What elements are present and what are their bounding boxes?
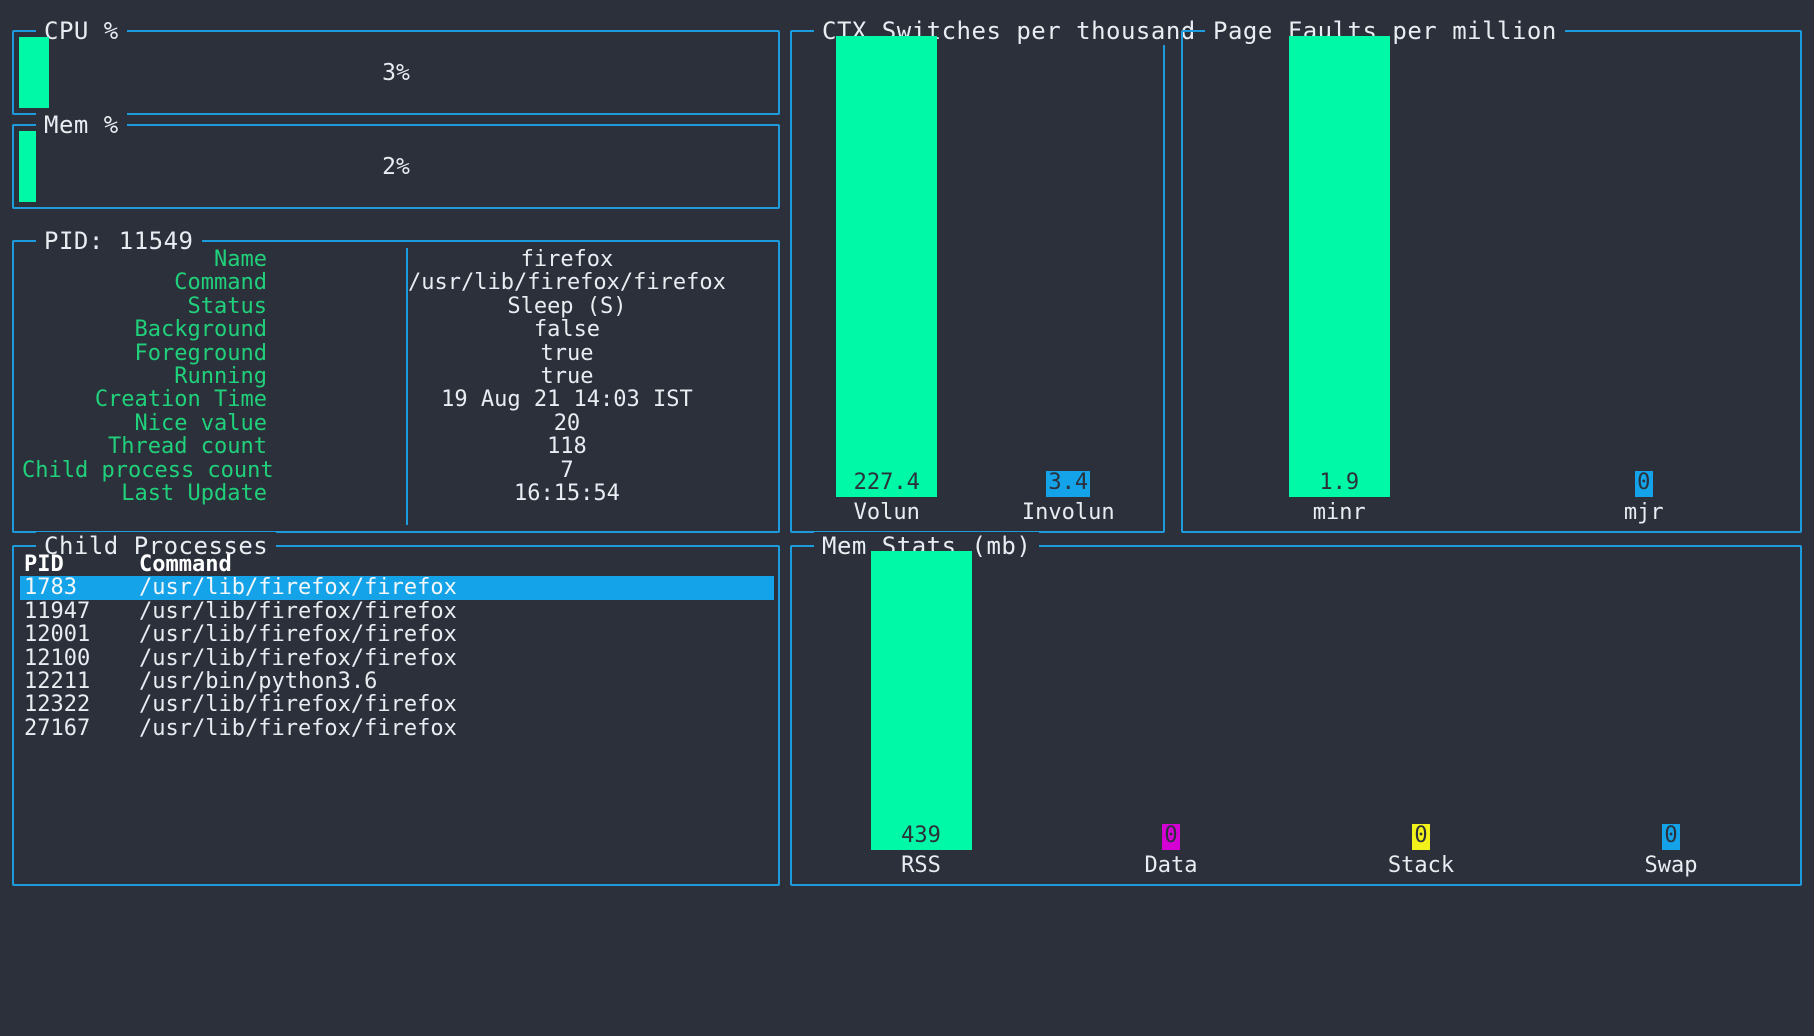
table-row[interactable]: 12322 /usr/lib/firefox/firefox [20,692,774,718]
row-pid: 27167 [24,715,91,741]
mem-stats-panel: Mem Stats (mb) 439 RSS 0 Data 0 Stack 0 … [790,532,1802,886]
row-pid: 12322 [24,692,91,718]
cpu-gauge-panel: CPU % 3% [12,17,780,115]
mem-stats-chart: 439 RSS 0 Data 0 Stack 0 Swap [796,551,1796,880]
ctx-switches-chart: 227.4 Volun 3.4 Involun [796,36,1159,527]
table-row[interactable]: 12001 /usr/lib/firefox/firefox [20,622,774,648]
column-header-pid: PID [24,552,64,577]
table-row[interactable]: 27167 /usr/lib/firefox/firefox [20,715,774,741]
pid-label: Child process count [22,457,274,483]
bar-volun: 227.4 [836,36,938,497]
bar-data: 0 [1162,824,1180,850]
bar-label-minr: minr [1312,500,1366,525]
bar-slot-volun: 227.4 Volun [796,36,978,527]
bar-value-volun: 227.4 [853,470,920,495]
row-command: /usr/lib/firefox/firefox [139,692,457,718]
row-command: /usr/lib/firefox/firefox [139,575,457,601]
pid-label: Last Update [121,480,267,506]
child-processes-list[interactable]: PID Command 1783 /usr/lib/firefox/firefo… [20,553,774,880]
bar-mjr: 0 [1634,471,1653,497]
bar-value-rss: 439 [901,823,941,848]
table-row[interactable]: 1783 /usr/lib/firefox/firefox [20,575,774,601]
mem-gauge-panel: Mem % 2% [12,111,780,209]
row-pid: 12001 [24,622,91,648]
pid-label: Thread count [108,434,267,460]
pid-label: Nice value [134,410,267,436]
bar-label-mjr: mjr [1623,500,1664,525]
bar-involun: 3.4 [1046,471,1091,497]
bar-value-mjr: 0 [1637,471,1651,495]
bar-value-minr: 1.9 [1319,470,1360,495]
table-row[interactable]: 12211 /usr/bin/python3.6 [20,668,774,694]
bar-rss: 439 [870,551,972,850]
row-command: /usr/lib/firefox/firefox [139,715,457,741]
column-header-command: Command [139,552,232,577]
child-processes-panel: Child Processes PID Command 1783 /usr/li… [12,532,780,886]
row-command: /usr/lib/firefox/firefox [139,622,457,648]
row-command: /usr/lib/firefox/firefox [139,645,457,671]
row-pid: 11947 [24,598,91,624]
bar-slot-swap: 0 Swap [1546,551,1796,880]
bar-label-volun: Volun [853,500,920,525]
bar-slot-data: 0 Data [1046,551,1296,880]
bar-slot-mjr: 0 mjr [1492,36,1797,527]
row-command: /usr/bin/python3.6 [139,668,378,694]
page-faults-chart: 1.9 minr 0 mjr [1187,36,1796,527]
row-pid: 12100 [24,645,91,671]
bar-value-swap: 0 [1664,824,1678,848]
bar-slot-minr: 1.9 minr [1187,36,1492,527]
bar-swap: 0 [1662,824,1680,850]
pid-label: Foreground [134,340,267,366]
child-processes-header: PID Command [20,552,774,577]
row-command: /usr/lib/firefox/firefox [139,598,457,624]
pid-label: Creation Time [94,387,267,413]
bar-label-data: Data [1144,853,1198,878]
pid-label: Status [187,293,267,319]
pid-label: Background [134,317,267,343]
row-pid: 12211 [24,668,91,694]
row-pid: 1783 [24,575,77,601]
bar-slot-stack: 0 Stack [1296,551,1546,880]
bar-label-swap: Swap [1644,853,1698,878]
pid-label: Running [174,363,267,389]
pid-details-panel: PID: 11549 Name Command Status Backgroun… [12,227,780,533]
bar-value-involun: 3.4 [1048,471,1089,495]
cpu-gauge-percent: 3% [382,59,410,86]
bar-minr: 1.9 [1288,36,1390,497]
pid-label: Name [214,247,267,272]
bar-stack: 0 [1412,824,1430,850]
bar-value-data: 0 [1164,824,1178,848]
pid-details-body: Name Command Status Background Foregroun… [22,248,770,525]
bar-label-stack: Stack [1387,853,1455,878]
bar-label-involun: Involun [1021,500,1115,525]
bar-slot-involun: 3.4 Involun [978,36,1160,527]
page-faults-panel: Page Faults per million 1.9 minr 0 mjr [1181,17,1802,533]
bar-slot-rss: 439 RSS [796,551,1046,880]
mem-gauge-percent: 2% [382,153,410,180]
pid-label: Command [174,270,267,296]
bar-label-rss: RSS [901,853,941,878]
bar-value-stack: 0 [1414,824,1428,848]
table-row[interactable]: 11947 /usr/lib/firefox/firefox [20,598,774,624]
table-row[interactable]: 12100 /usr/lib/firefox/firefox [20,645,774,671]
pid-label-column: Name Command Status Background Foregroun… [22,248,408,525]
ctx-switches-panel: CTX Switches per thousand 227.4 Volun 3.… [790,17,1204,533]
